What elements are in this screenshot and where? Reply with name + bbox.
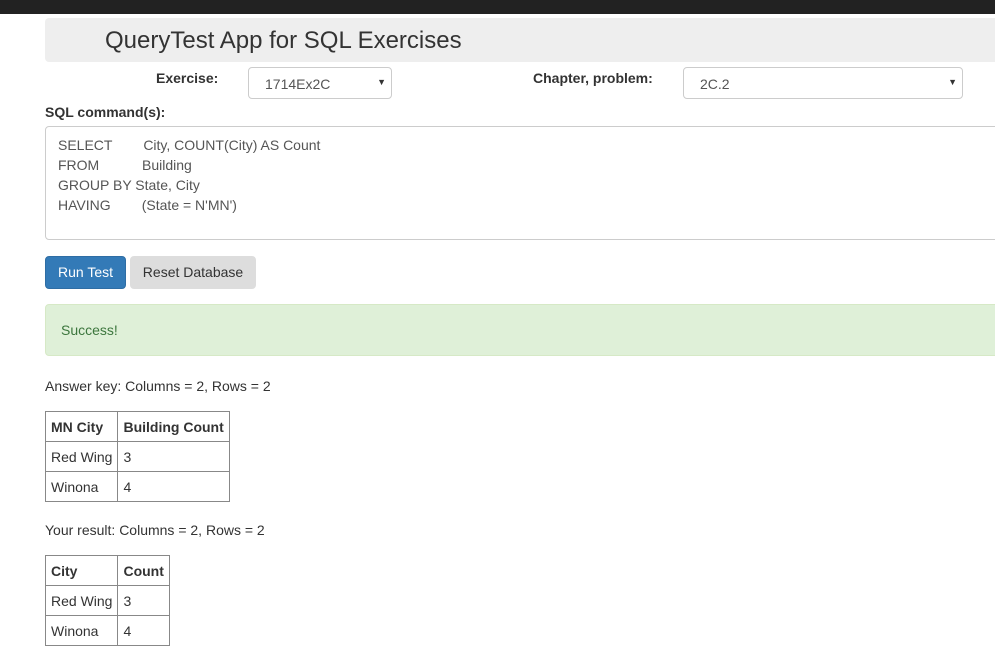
column-header: MN City — [44, 411, 119, 442]
success-alert: Success! — [45, 304, 995, 356]
status-message: Success! — [61, 322, 118, 338]
column-header: Count — [117, 555, 170, 586]
sql-command-textarea[interactable]: SELECT City, COUNT(City) AS Count FROM B… — [45, 126, 995, 240]
table-cell: Winona — [44, 615, 119, 646]
table-header-row: City Count — [44, 555, 170, 586]
table-cell: Red Wing — [44, 441, 119, 472]
answer-key-table: MN City Building Count Red Wing 3 Winona… — [44, 411, 230, 502]
chapter-problem-label: Chapter, problem: — [533, 70, 653, 86]
page-title: QueryTest App for SQL Exercises — [105, 27, 462, 54]
your-result-summary: Your result: Columns = 2, Rows = 2 — [45, 522, 265, 538]
table-cell: 4 — [117, 615, 170, 646]
run-test-button[interactable]: Run Test — [45, 256, 126, 289]
chevron-down-icon: ▼ — [948, 77, 957, 87]
table-cell: 3 — [117, 585, 170, 616]
browser-top-bar — [0, 0, 995, 14]
answer-key-summary: Answer key: Columns = 2, Rows = 2 — [45, 378, 271, 394]
table-cell: Winona — [44, 471, 119, 502]
table-row: Red Wing 3 — [44, 585, 170, 616]
column-header: Building Count — [117, 411, 230, 442]
table-cell: Red Wing — [44, 585, 119, 616]
page-header: QueryTest App for SQL Exercises — [45, 18, 995, 62]
table-row: Red Wing 3 — [44, 441, 230, 472]
chapter-problem-select[interactable]: 2C.2 ▼ — [683, 67, 963, 99]
sql-commands-label: SQL command(s): — [45, 104, 166, 120]
column-header: City — [44, 555, 119, 586]
exercise-select[interactable]: 1714Ex2C ▼ — [248, 67, 392, 99]
exercise-selected-value: 1714Ex2C — [265, 76, 331, 92]
table-cell: 3 — [117, 441, 230, 472]
table-cell: 4 — [117, 471, 230, 502]
your-result-table: City Count Red Wing 3 Winona 4 — [44, 555, 170, 646]
exercise-label: Exercise: — [156, 70, 219, 86]
reset-database-button[interactable]: Reset Database — [130, 256, 256, 289]
table-header-row: MN City Building Count — [44, 411, 230, 442]
chevron-down-icon: ▼ — [377, 77, 386, 87]
chapter-problem-selected-value: 2C.2 — [700, 76, 730, 92]
table-row: Winona 4 — [44, 471, 230, 502]
table-row: Winona 4 — [44, 615, 170, 646]
